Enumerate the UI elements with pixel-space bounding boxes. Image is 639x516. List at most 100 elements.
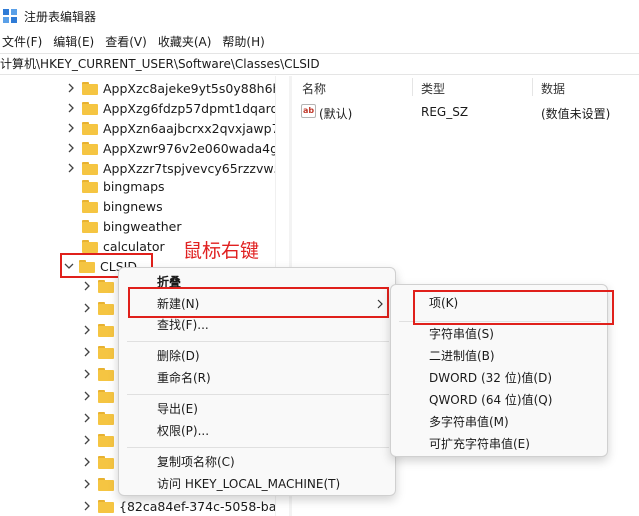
chevron-right-icon[interactable] [82,391,92,401]
menu-view[interactable]: 查看(V) [101,32,154,52]
folder-icon [82,199,98,213]
tree-child-item[interactable]: {82ca84ef-374c-5058-ba56 [82,496,287,516]
value-data: (数值未设置) [541,107,611,121]
chevron-right-icon[interactable] [82,347,92,357]
submenu-item-string-value[interactable]: 字符串值(S) [429,323,494,345]
tree-item-label: AppXzg6fdzp57dpmt1dqard [103,100,279,116]
menu-bar: 文件(F) 编辑(E) 查看(V) 收藏夹(A) 帮助(H) [0,32,639,52]
tree-item[interactable]: bingweather [82,216,182,236]
column-header-data[interactable]: 数据 [541,80,565,97]
submenu-item-multi-string-value[interactable]: 多字符串值(M) [429,411,509,433]
menu-separator [127,447,389,448]
menu-item-export[interactable]: 导出(E) [157,398,198,420]
string-value-icon: ab [301,104,316,118]
tree-child-item[interactable] [82,430,119,450]
menu-help[interactable]: 帮助(H) [218,32,271,52]
highlight-box-new [128,287,389,318]
menu-item-copy-key-name[interactable]: 复制项名称(C) [157,451,235,473]
menu-separator [127,394,389,395]
chevron-right-icon[interactable] [82,457,92,467]
tree-child-item[interactable] [82,342,119,362]
tree-item[interactable]: AppXzc8ajeke9yt5s0y88h6hw [66,78,287,98]
submenu-item-expandable-string-value[interactable]: 可扩充字符串值(E) [429,433,530,455]
column-separator[interactable] [532,78,533,96]
chevron-right-icon[interactable] [82,369,92,379]
chevron-right-icon[interactable] [66,163,76,173]
tree-item-label: AppXzwr976v2e060wada4gab [103,140,287,156]
annotation-text: 鼠标右键 [183,240,260,262]
menu-file[interactable]: 文件(F) [0,32,49,52]
folder-icon [82,161,98,175]
folder-icon [82,179,98,193]
menu-item-permissions[interactable]: 权限(P)... [157,420,209,442]
column-separator[interactable] [412,78,413,96]
tree-child-item[interactable] [82,386,119,406]
value-name: (默认) [319,107,353,121]
menu-favorites[interactable]: 收藏夹(A) [154,32,219,52]
tree-item[interactable]: AppXzwr976v2e060wada4gab [66,138,287,158]
menu-item-rename[interactable]: 重命名(R) [157,367,211,389]
title-bar: 注册表编辑器 [0,0,639,32]
folder-icon [82,81,98,95]
registry-editor-icon [3,9,17,23]
tree-item[interactable]: bingmaps [82,176,165,196]
tree-child-item[interactable] [82,276,119,296]
folder-icon [98,433,114,447]
chevron-right-icon[interactable] [82,501,92,511]
chevron-right-icon[interactable] [66,83,76,93]
folder-icon [82,239,98,253]
highlight-box-key [413,290,614,325]
chevron-right-icon[interactable] [82,281,92,291]
folder-icon [98,279,114,293]
folder-icon [98,499,114,513]
menu-item-visit-hklm[interactable]: 访问 HKEY_LOCAL_MACHINE(T) [157,473,340,495]
chevron-right-icon[interactable] [82,303,92,313]
folder-icon [98,455,114,469]
chevron-right-icon[interactable] [82,413,92,423]
menu-item-delete[interactable]: 删除(D) [157,345,200,367]
tree-child-item[interactable] [82,452,119,472]
chevron-right-icon[interactable] [82,435,92,445]
folder-icon [98,367,114,381]
tree-child-item[interactable] [82,298,119,318]
window-title: 注册表编辑器 [24,10,97,24]
tree-item-label: bingweather [103,218,182,234]
folder-icon [82,219,98,233]
tree-item-label: bingnews [103,198,163,214]
chevron-right-icon[interactable] [82,325,92,335]
tree-item[interactable]: AppXzzr7tspjvevcy65rzzvw5k [66,158,287,178]
tree-item[interactable]: bingnews [82,196,163,216]
folder-icon [98,323,114,337]
folder-icon [98,411,114,425]
chevron-right-icon[interactable] [82,479,92,489]
tree-item-label: bingmaps [103,178,165,194]
submenu-item-qword-value[interactable]: QWORD (64 位)值(Q) [429,389,552,411]
submenu-item-dword-value[interactable]: DWORD (32 位)值(D) [429,367,552,389]
tree-item-label: AppXzzr7tspjvevcy65rzzvw5k [103,160,287,176]
tree-item-label: AppXzn6aajbcrxx2qvxjawp7v [103,120,287,136]
value-row[interactable]: ab (默认) REG_SZ (数值未设置) [292,102,639,122]
value-type: REG_SZ [421,105,469,119]
column-header-name[interactable]: 名称 [302,80,326,97]
menu-edit[interactable]: 编辑(E) [49,32,101,52]
folder-icon [82,121,98,135]
folder-icon [98,389,114,403]
folder-icon [98,345,114,359]
chevron-right-icon[interactable] [66,123,76,133]
chevron-right-icon[interactable] [66,143,76,153]
menu-separator [127,341,389,342]
submenu-item-binary-value[interactable]: 二进制值(B) [429,345,495,367]
address-bar[interactable]: 计算机\HKEY_CURRENT_USER\Software\Classes\C… [0,53,639,75]
chevron-right-icon[interactable] [66,103,76,113]
folder-icon [98,477,114,491]
tree-item[interactable]: AppXzn6aajbcrxx2qvxjawp7v [66,118,287,138]
column-header-type[interactable]: 类型 [421,80,445,97]
folder-icon [82,101,98,115]
tree-child-item[interactable] [82,408,119,428]
tree-child-item[interactable] [82,364,119,384]
folder-icon [98,301,114,315]
tree-child-item[interactable] [82,474,119,494]
tree-item-label: {82ca84ef-374c-5058-ba56 [119,498,287,514]
tree-item[interactable]: AppXzg6fdzp57dpmt1dqard [66,98,278,118]
tree-child-item[interactable] [82,320,119,340]
